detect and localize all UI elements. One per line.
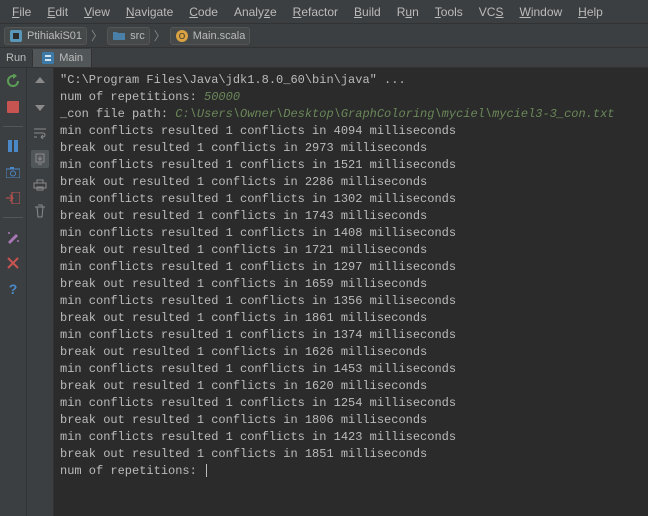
help-icon[interactable]: ? bbox=[4, 280, 22, 298]
run-config-icon bbox=[41, 51, 55, 65]
scala-object-icon: O bbox=[175, 29, 189, 43]
run-toolwindow-label[interactable]: Run bbox=[0, 50, 33, 66]
console-line: break out resulted 1 conflicts in 1659 m… bbox=[60, 276, 642, 293]
console-line: break out resulted 1 conflicts in 2973 m… bbox=[60, 140, 642, 157]
up-icon[interactable] bbox=[31, 72, 49, 90]
console-output[interactable]: "C:\Program Files\Java\jdk1.8.0_60\bin\j… bbox=[54, 68, 648, 516]
breadcrumb-project[interactable]: PtihiakiS01 bbox=[4, 27, 87, 45]
run-panel: ? "C:\Program Files\Java\jdk1.8.0_60\bin… bbox=[0, 68, 648, 516]
console-line: _con file path: C:\Users\Owner\Desktop\G… bbox=[60, 106, 642, 123]
console-line: break out resulted 1 conflicts in 1743 m… bbox=[60, 208, 642, 225]
rerun-icon[interactable] bbox=[4, 72, 22, 90]
menu-view[interactable]: View bbox=[76, 3, 118, 21]
console-line: num of repetitions: 50000 bbox=[60, 89, 642, 106]
print-icon[interactable] bbox=[31, 176, 49, 194]
down-icon[interactable] bbox=[31, 98, 49, 116]
menu-bar: File Edit View Navigate Code Analyze Ref… bbox=[0, 0, 648, 24]
menu-file[interactable]: File bbox=[4, 3, 39, 21]
breadcrumb-project-label: PtihiakiS01 bbox=[27, 30, 82, 42]
menu-run[interactable]: Run bbox=[389, 3, 427, 21]
scroll-end-icon[interactable] bbox=[31, 150, 49, 168]
wrap-icon[interactable] bbox=[31, 124, 49, 142]
separator bbox=[3, 126, 23, 127]
pause-icon[interactable] bbox=[4, 137, 22, 155]
stop-icon[interactable] bbox=[4, 98, 22, 116]
module-icon bbox=[9, 29, 23, 43]
close-icon[interactable] bbox=[4, 254, 22, 272]
console-line: break out resulted 1 conflicts in 1851 m… bbox=[60, 446, 642, 463]
svg-text:O: O bbox=[179, 32, 185, 41]
console-line: break out resulted 1 conflicts in 1721 m… bbox=[60, 242, 642, 259]
svg-text:?: ? bbox=[9, 282, 18, 296]
run-tab-bar: Run Main bbox=[0, 48, 648, 68]
console-line: "C:\Program Files\Java\jdk1.8.0_60\bin\j… bbox=[60, 72, 642, 89]
breadcrumb-sep: 〉 bbox=[89, 27, 105, 44]
menu-tools[interactable]: Tools bbox=[427, 3, 471, 21]
console-line: break out resulted 1 conflicts in 1626 m… bbox=[60, 344, 642, 361]
console-line: min conflicts resulted 1 conflicts in 13… bbox=[60, 191, 642, 208]
console-line: break out resulted 1 conflicts in 1620 m… bbox=[60, 378, 642, 395]
breadcrumb-file-label: Main.scala bbox=[193, 30, 246, 42]
menu-window[interactable]: Window bbox=[511, 3, 570, 21]
menu-edit[interactable]: Edit bbox=[39, 3, 76, 21]
console-line: break out resulted 1 conflicts in 1806 m… bbox=[60, 412, 642, 429]
magic-icon[interactable] bbox=[4, 228, 22, 246]
run-toolbar-inner bbox=[27, 68, 54, 516]
console-line: break out resulted 1 conflicts in 2286 m… bbox=[60, 174, 642, 191]
breadcrumb-src[interactable]: src bbox=[107, 27, 150, 45]
menu-build[interactable]: Build bbox=[346, 3, 389, 21]
folder-icon bbox=[112, 29, 126, 43]
menu-analyze[interactable]: Analyze bbox=[226, 3, 285, 21]
console-line: min conflicts resulted 1 conflicts in 14… bbox=[60, 429, 642, 446]
breadcrumb-file[interactable]: O Main.scala bbox=[170, 27, 251, 45]
console-line: min conflicts resulted 1 conflicts in 40… bbox=[60, 123, 642, 140]
breadcrumb-sep: 〉 bbox=[152, 27, 168, 44]
trash-icon[interactable] bbox=[31, 202, 49, 220]
menu-help[interactable]: Help bbox=[570, 3, 611, 21]
run-config-tab[interactable]: Main bbox=[33, 49, 92, 67]
run-config-label: Main bbox=[59, 52, 83, 64]
breadcrumb: PtihiakiS01 〉 src 〉 O Main.scala bbox=[0, 24, 648, 48]
console-prompt: num of repetitions: bbox=[60, 463, 642, 480]
menu-refactor[interactable]: Refactor bbox=[285, 3, 346, 21]
run-toolbar-left: ? bbox=[0, 68, 27, 516]
breadcrumb-src-label: src bbox=[130, 30, 145, 42]
separator bbox=[3, 217, 23, 218]
console-line: min conflicts resulted 1 conflicts in 13… bbox=[60, 293, 642, 310]
exit-icon[interactable] bbox=[4, 189, 22, 207]
console-line: min conflicts resulted 1 conflicts in 12… bbox=[60, 259, 642, 276]
menu-vcs[interactable]: VCS bbox=[471, 3, 512, 21]
menu-code[interactable]: Code bbox=[181, 3, 226, 21]
console-line: min conflicts resulted 1 conflicts in 14… bbox=[60, 225, 642, 242]
camera-icon[interactable] bbox=[4, 163, 22, 181]
console-line: break out resulted 1 conflicts in 1861 m… bbox=[60, 310, 642, 327]
console-line: min conflicts resulted 1 conflicts in 15… bbox=[60, 157, 642, 174]
menu-navigate[interactable]: Navigate bbox=[118, 3, 181, 21]
console-line: min conflicts resulted 1 conflicts in 13… bbox=[60, 327, 642, 344]
console-line: min conflicts resulted 1 conflicts in 12… bbox=[60, 395, 642, 412]
console-line: min conflicts resulted 1 conflicts in 14… bbox=[60, 361, 642, 378]
